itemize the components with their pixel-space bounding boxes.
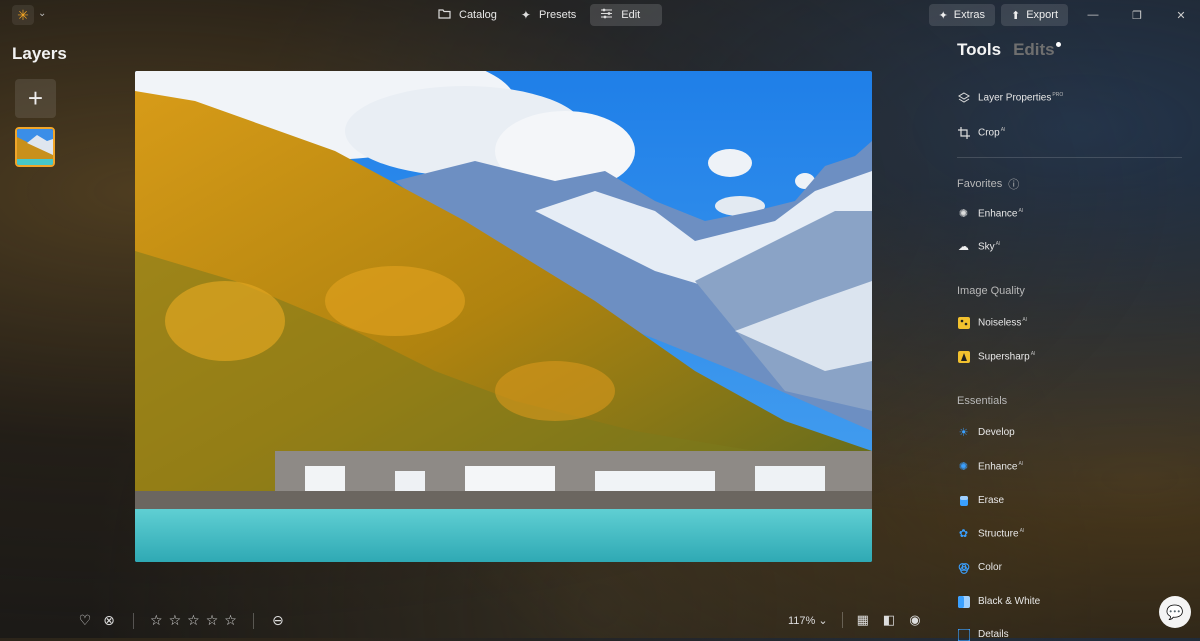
section-favorites: Favorites ⓘ bbox=[957, 176, 1020, 192]
tool-label: SupersharpAI bbox=[978, 350, 1036, 363]
minimize-icon[interactable]: — bbox=[1074, 4, 1112, 26]
top-right-actions: ✦ Extras ⬆ Export — ❐ ✕ bbox=[928, 4, 1200, 26]
tool-erase[interactable]: Erase bbox=[957, 494, 1004, 507]
rating-toolbar: ♡ ⊗ ☆ ☆ ☆ ☆ ☆ ⊖ bbox=[77, 612, 286, 629]
tool-label: Layer PropertiesPRO bbox=[978, 91, 1064, 104]
eye-icon[interactable]: ◉ bbox=[909, 612, 920, 628]
mode-switcher: Catalog ✦ Presets Edit bbox=[428, 4, 663, 26]
unsaved-dot bbox=[1055, 42, 1061, 47]
section-image-quality: Image Quality bbox=[957, 285, 1025, 297]
sparkle-icon: ✦ bbox=[938, 9, 948, 22]
tool-label: Develop bbox=[978, 427, 1015, 438]
star-icon[interactable]: ☆ bbox=[206, 612, 219, 629]
tab-presets[interactable]: ✦ Presets bbox=[511, 4, 586, 26]
star-icon[interactable]: ☆ bbox=[169, 612, 182, 629]
restore-icon[interactable]: ❐ bbox=[1118, 4, 1156, 26]
divider bbox=[957, 157, 1182, 158]
tool-label: Erase bbox=[978, 495, 1005, 506]
tab-catalog[interactable]: Catalog bbox=[428, 4, 507, 26]
compare-icon[interactable]: ◧ bbox=[883, 612, 895, 628]
extras-label: Extras bbox=[953, 9, 985, 21]
sparkle-icon: ✦ bbox=[520, 8, 531, 22]
tab-edits-label: Edits bbox=[1013, 40, 1055, 59]
tool-supersharp[interactable]: SupersharpAI bbox=[957, 350, 1035, 363]
tab-edit-label: Edit bbox=[621, 9, 641, 21]
divider bbox=[252, 612, 254, 629]
divider bbox=[841, 612, 843, 628]
extras-button[interactable]: ✦ Extras bbox=[928, 4, 995, 26]
color-icon bbox=[957, 561, 970, 574]
tool-label: Details bbox=[978, 629, 1009, 640]
tool-enhance-favorite[interactable]: ✺ EnhanceAI bbox=[957, 207, 1023, 220]
cloud-icon: ☁ bbox=[958, 241, 969, 253]
tool-label: NoiselessAI bbox=[978, 316, 1028, 329]
chat-icon: 💬 bbox=[1166, 603, 1184, 620]
more-options-icon[interactable]: ⊖ bbox=[270, 612, 286, 629]
tool-black-white[interactable]: Black & White bbox=[957, 595, 1040, 608]
structure-icon: ✿ bbox=[958, 528, 969, 540]
details-icon bbox=[957, 628, 970, 641]
export-button[interactable]: ⬆ Export bbox=[1000, 4, 1068, 26]
section-essentials: Essentials bbox=[957, 395, 1008, 407]
tool-label: Color bbox=[978, 562, 1002, 573]
layers-title: Layers bbox=[12, 44, 67, 63]
crop-icon bbox=[957, 126, 970, 139]
heart-icon[interactable]: ♡ bbox=[77, 612, 93, 629]
tab-edit[interactable]: Edit bbox=[590, 4, 663, 26]
star-icon[interactable]: ☆ bbox=[187, 612, 200, 629]
tool-noiseless[interactable]: NoiselessAI bbox=[957, 316, 1027, 329]
enhance-icon: ✺ bbox=[958, 461, 969, 473]
photo-canvas[interactable] bbox=[135, 71, 872, 562]
add-layer-button[interactable]: + bbox=[15, 79, 56, 118]
tab-tools[interactable]: Tools bbox=[957, 40, 1001, 60]
tool-color[interactable]: Color bbox=[957, 561, 1002, 574]
tool-label: CropAI bbox=[978, 126, 1006, 139]
info-icon[interactable]: ⓘ bbox=[1008, 176, 1019, 192]
supersharp-icon bbox=[957, 350, 970, 363]
tool-enhance[interactable]: ✺ EnhanceAI bbox=[957, 460, 1023, 473]
zoom-value: 117% bbox=[788, 614, 816, 627]
close-icon[interactable]: ✕ bbox=[1162, 4, 1200, 26]
tool-structure[interactable]: ✿ StructureAI bbox=[957, 527, 1024, 540]
tool-label: StructureAI bbox=[978, 527, 1025, 540]
tools-panel: Tools Edits Layer PropertiesPRO CropAI F… bbox=[957, 40, 1187, 641]
tool-sky[interactable]: ☁ SkyAI bbox=[957, 240, 1000, 253]
noiseless-icon bbox=[957, 316, 970, 329]
tab-presets-label: Presets bbox=[538, 9, 577, 21]
panel-tabs: Tools Edits bbox=[957, 40, 1187, 60]
sliders-icon bbox=[600, 8, 613, 22]
histogram-icon[interactable]: ▦ bbox=[857, 612, 869, 628]
top-bar: ✳ ⌄ Catalog ✦ Presets Edit ✦ Extras ⬆ Ex… bbox=[0, 0, 1200, 30]
export-label: Export bbox=[1026, 9, 1058, 21]
tool-crop[interactable]: CropAI bbox=[957, 126, 1005, 139]
bw-icon bbox=[957, 595, 970, 608]
tab-catalog-label: Catalog bbox=[459, 9, 497, 21]
tab-edits[interactable]: Edits bbox=[1013, 40, 1061, 60]
layer-thumbnail[interactable] bbox=[15, 127, 55, 167]
zoom-selector[interactable]: 117% ⌄ bbox=[788, 614, 828, 627]
view-toolbar: 117% ⌄ ▦ ◧ ◉ bbox=[788, 612, 921, 628]
divider bbox=[133, 612, 134, 629]
tool-label: EnhanceAI bbox=[978, 460, 1024, 473]
star-icon[interactable]: ☆ bbox=[224, 612, 237, 629]
chat-support-button[interactable]: 💬 bbox=[1159, 596, 1191, 628]
tool-details[interactable]: Details bbox=[957, 628, 1009, 641]
tool-label: Black & White bbox=[978, 596, 1041, 607]
folder-icon bbox=[438, 8, 451, 22]
tool-label: SkyAI bbox=[978, 240, 1001, 253]
star-rating: ☆ ☆ ☆ ☆ ☆ bbox=[150, 612, 237, 629]
tool-develop[interactable]: ☀ Develop bbox=[957, 426, 1015, 439]
sun-icon: ☀ bbox=[958, 427, 969, 439]
chevron-down-icon[interactable]: ⌄ bbox=[38, 8, 46, 19]
star-icon[interactable]: ☆ bbox=[150, 612, 163, 629]
layers-icon bbox=[957, 91, 970, 104]
tool-layer-properties[interactable]: Layer PropertiesPRO bbox=[957, 91, 1063, 104]
app-logo-icon[interactable]: ✳ bbox=[12, 5, 34, 25]
export-icon: ⬆ bbox=[1010, 9, 1021, 22]
tool-label: EnhanceAI bbox=[978, 207, 1024, 220]
reject-icon[interactable]: ⊗ bbox=[101, 612, 117, 629]
enhance-icon: ✺ bbox=[958, 208, 969, 220]
eraser-icon bbox=[957, 494, 970, 507]
